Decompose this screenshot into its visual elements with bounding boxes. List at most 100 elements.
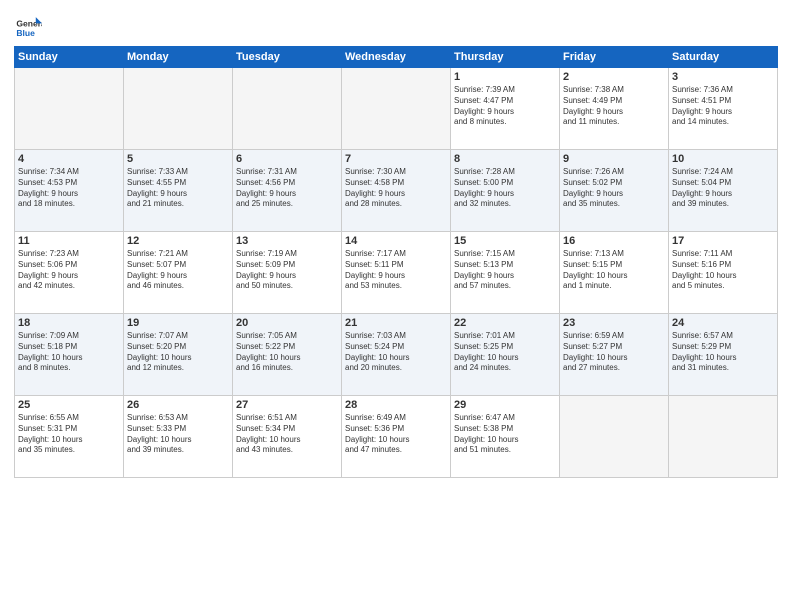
cell-content: Sunrise: 7:26 AM Sunset: 5:02 PM Dayligh… bbox=[563, 167, 665, 210]
cell-content: Sunrise: 7:19 AM Sunset: 5:09 PM Dayligh… bbox=[236, 249, 338, 292]
day-number: 25 bbox=[18, 399, 120, 411]
calendar-cell: 16 Sunrise: 7:13 AM Sunset: 5:15 PM Dayli… bbox=[560, 232, 669, 314]
logo-icon: General Blue bbox=[14, 14, 42, 42]
cell-content: Sunrise: 7:09 AM Sunset: 5:18 PM Dayligh… bbox=[18, 331, 120, 374]
calendar-cell: 11 Sunrise: 7:23 AM Sunset: 5:06 PM Dayli… bbox=[15, 232, 124, 314]
day-number: 8 bbox=[454, 153, 556, 165]
calendar-cell: 25 Sunrise: 6:55 AM Sunset: 5:31 PM Dayli… bbox=[15, 396, 124, 478]
logo: General Blue bbox=[14, 14, 46, 42]
week-row-4: 18 Sunrise: 7:09 AM Sunset: 5:18 PM Dayli… bbox=[15, 314, 778, 396]
calendar-cell: 14Sunrise: 7:17 AM Sunset: 5:11 PM Dayli… bbox=[342, 232, 451, 314]
day-number: 10 bbox=[672, 153, 774, 165]
calendar-cell: 4 Sunrise: 7:34 AM Sunset: 4:53 PM Daylig… bbox=[15, 150, 124, 232]
calendar-cell bbox=[669, 396, 778, 478]
day-header-saturday: Saturday bbox=[669, 47, 778, 68]
day-number: 15 bbox=[454, 235, 556, 247]
svg-text:Blue: Blue bbox=[16, 28, 35, 38]
cell-content: Sunrise: 7:23 AM Sunset: 5:06 PM Dayligh… bbox=[18, 249, 120, 292]
day-number: 9 bbox=[563, 153, 665, 165]
day-number: 29 bbox=[454, 399, 556, 411]
calendar-cell: 18 Sunrise: 7:09 AM Sunset: 5:18 PM Dayli… bbox=[15, 314, 124, 396]
day-number: 12 bbox=[127, 235, 229, 247]
calendar-cell: 22Sunrise: 7:01 AM Sunset: 5:25 PM Dayli… bbox=[451, 314, 560, 396]
cell-content: Sunrise: 7:36 AM Sunset: 4:51 PM Dayligh… bbox=[672, 85, 774, 128]
cell-content: Sunrise: 6:57 AM Sunset: 5:29 PM Dayligh… bbox=[672, 331, 774, 374]
calendar-cell: 29 Sunrise: 6:47 AM Sunset: 5:38 PM Dayli… bbox=[451, 396, 560, 478]
cell-content: Sunrise: 7:33 AM Sunset: 4:55 PM Dayligh… bbox=[127, 167, 229, 210]
day-header-tuesday: Tuesday bbox=[233, 47, 342, 68]
cell-content: Sunrise: 7:39 AM Sunset: 4:47 PM Dayligh… bbox=[454, 85, 556, 128]
day-number: 20 bbox=[236, 317, 338, 329]
day-number: 5 bbox=[127, 153, 229, 165]
day-number: 28 bbox=[345, 399, 447, 411]
calendar-cell: 3 Sunrise: 7:36 AM Sunset: 4:51 PM Daylig… bbox=[669, 68, 778, 150]
cell-content: Sunrise: 7:34 AM Sunset: 4:53 PM Dayligh… bbox=[18, 167, 120, 210]
header-row: SundayMondayTuesdayWednesdayThursdayFrid… bbox=[15, 47, 778, 68]
calendar-cell: 9 Sunrise: 7:26 AM Sunset: 5:02 PM Daylig… bbox=[560, 150, 669, 232]
calendar-cell: 10 Sunrise: 7:24 AM Sunset: 5:04 PM Dayli… bbox=[669, 150, 778, 232]
calendar-cell: 17 Sunrise: 7:11 AM Sunset: 5:16 PM Dayli… bbox=[669, 232, 778, 314]
day-number: 27 bbox=[236, 399, 338, 411]
cell-content: Sunrise: 6:55 AM Sunset: 5:31 PM Dayligh… bbox=[18, 413, 120, 456]
day-number: 2 bbox=[563, 71, 665, 83]
calendar-cell: 23 Sunrise: 6:59 AM Sunset: 5:27 PM Dayli… bbox=[560, 314, 669, 396]
calendar-cell: 1 Sunrise: 7:39 AM Sunset: 4:47 PM Daylig… bbox=[451, 68, 560, 150]
day-number: 21 bbox=[345, 317, 447, 329]
calendar-cell: 7Sunrise: 7:30 AM Sunset: 4:58 PM Daylig… bbox=[342, 150, 451, 232]
calendar-cell: 12 Sunrise: 7:21 AM Sunset: 5:07 PM Dayli… bbox=[124, 232, 233, 314]
day-header-thursday: Thursday bbox=[451, 47, 560, 68]
cell-content: Sunrise: 6:49 AM Sunset: 5:36 PM Dayligh… bbox=[345, 413, 447, 456]
week-row-3: 11 Sunrise: 7:23 AM Sunset: 5:06 PM Dayli… bbox=[15, 232, 778, 314]
day-number: 23 bbox=[563, 317, 665, 329]
calendar-cell: 8 Sunrise: 7:28 AM Sunset: 5:00 PM Daylig… bbox=[451, 150, 560, 232]
day-header-monday: Monday bbox=[124, 47, 233, 68]
cell-content: Sunrise: 7:13 AM Sunset: 5:15 PM Dayligh… bbox=[563, 249, 665, 292]
day-number: 1 bbox=[454, 71, 556, 83]
calendar-cell: 24Sunrise: 6:57 AM Sunset: 5:29 PM Dayli… bbox=[669, 314, 778, 396]
day-number: 18 bbox=[18, 317, 120, 329]
calendar-cell bbox=[124, 68, 233, 150]
cell-content: Sunrise: 7:21 AM Sunset: 5:07 PM Dayligh… bbox=[127, 249, 229, 292]
calendar-cell: 6Sunrise: 7:31 AM Sunset: 4:56 PM Daylig… bbox=[233, 150, 342, 232]
cell-content: Sunrise: 7:11 AM Sunset: 5:16 PM Dayligh… bbox=[672, 249, 774, 292]
day-header-wednesday: Wednesday bbox=[342, 47, 451, 68]
day-number: 14 bbox=[345, 235, 447, 247]
cell-content: Sunrise: 7:24 AM Sunset: 5:04 PM Dayligh… bbox=[672, 167, 774, 210]
cell-content: Sunrise: 7:28 AM Sunset: 5:00 PM Dayligh… bbox=[454, 167, 556, 210]
day-number: 3 bbox=[672, 71, 774, 83]
calendar-cell bbox=[233, 68, 342, 150]
cell-content: Sunrise: 6:53 AM Sunset: 5:33 PM Dayligh… bbox=[127, 413, 229, 456]
header: General Blue bbox=[14, 10, 778, 42]
day-number: 4 bbox=[18, 153, 120, 165]
day-header-friday: Friday bbox=[560, 47, 669, 68]
day-number: 19 bbox=[127, 317, 229, 329]
week-row-1: 1 Sunrise: 7:39 AM Sunset: 4:47 PM Daylig… bbox=[15, 68, 778, 150]
calendar-cell bbox=[342, 68, 451, 150]
day-header-sunday: Sunday bbox=[15, 47, 124, 68]
cell-content: Sunrise: 6:59 AM Sunset: 5:27 PM Dayligh… bbox=[563, 331, 665, 374]
calendar-cell: 19Sunrise: 7:07 AM Sunset: 5:20 PM Dayli… bbox=[124, 314, 233, 396]
cell-content: Sunrise: 7:30 AM Sunset: 4:58 PM Dayligh… bbox=[345, 167, 447, 210]
cell-content: Sunrise: 7:15 AM Sunset: 5:13 PM Dayligh… bbox=[454, 249, 556, 292]
calendar-cell: 28 Sunrise: 6:49 AM Sunset: 5:36 PM Dayli… bbox=[342, 396, 451, 478]
week-row-5: 25 Sunrise: 6:55 AM Sunset: 5:31 PM Dayli… bbox=[15, 396, 778, 478]
calendar-cell: 20Sunrise: 7:05 AM Sunset: 5:22 PM Dayli… bbox=[233, 314, 342, 396]
day-number: 26 bbox=[127, 399, 229, 411]
calendar-cell: 26 Sunrise: 6:53 AM Sunset: 5:33 PM Dayli… bbox=[124, 396, 233, 478]
day-number: 13 bbox=[236, 235, 338, 247]
calendar-cell: 27 Sunrise: 6:51 AM Sunset: 5:34 PM Dayli… bbox=[233, 396, 342, 478]
day-number: 17 bbox=[672, 235, 774, 247]
cell-content: Sunrise: 7:03 AM Sunset: 5:24 PM Dayligh… bbox=[345, 331, 447, 374]
day-number: 6 bbox=[236, 153, 338, 165]
calendar-cell bbox=[15, 68, 124, 150]
calendar-cell bbox=[560, 396, 669, 478]
cell-content: Sunrise: 6:51 AM Sunset: 5:34 PM Dayligh… bbox=[236, 413, 338, 456]
calendar-cell: 21 Sunrise: 7:03 AM Sunset: 5:24 PM Dayli… bbox=[342, 314, 451, 396]
calendar-cell: 15 Sunrise: 7:15 AM Sunset: 5:13 PM Dayli… bbox=[451, 232, 560, 314]
day-number: 16 bbox=[563, 235, 665, 247]
calendar-table: SundayMondayTuesdayWednesdayThursdayFrid… bbox=[14, 46, 778, 478]
cell-content: Sunrise: 7:38 AM Sunset: 4:49 PM Dayligh… bbox=[563, 85, 665, 128]
week-row-2: 4 Sunrise: 7:34 AM Sunset: 4:53 PM Daylig… bbox=[15, 150, 778, 232]
day-number: 11 bbox=[18, 235, 120, 247]
cell-content: Sunrise: 6:47 AM Sunset: 5:38 PM Dayligh… bbox=[454, 413, 556, 456]
